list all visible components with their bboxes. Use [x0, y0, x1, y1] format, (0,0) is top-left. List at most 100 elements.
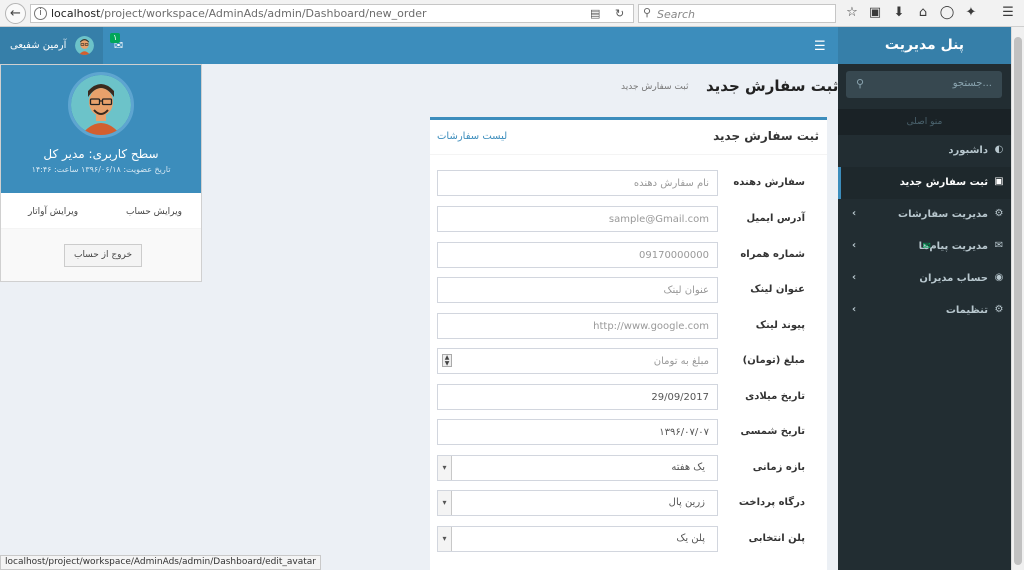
- chevron-left-icon: ‹: [852, 240, 857, 251]
- sidebar: جستجو... ⚲ منو اصلی ◐ داشبورد ▣ ثبت سفار…: [838, 64, 1011, 570]
- sidebar-item-messages[interactable]: ‹ ✉ مدیریت پیام‌ها ✉: [838, 231, 1011, 263]
- edit-avatar-link[interactable]: ویرایش آواتار: [28, 207, 78, 217]
- sidebar-item-settings[interactable]: ‹ ⚙ تنظیمات: [838, 295, 1011, 327]
- period-label: بازه زمانی: [752, 462, 805, 473]
- messages-button[interactable]: ✉ ۱: [108, 27, 130, 64]
- form-row-period: بازه زمانی یک هفته ▾: [430, 455, 827, 481]
- chevron-left-icon: ‹: [852, 272, 857, 283]
- search-placeholder: Search: [657, 8, 696, 21]
- browser-toolbar: ← i localhost/project/workspace/AdminAds…: [0, 0, 1024, 27]
- orders-list-link[interactable]: لیست سفارشات: [437, 131, 507, 142]
- sidebar-item-dashboard[interactable]: ◐ داشبورد: [838, 135, 1011, 167]
- reader-view-icon[interactable]: ▤: [590, 7, 600, 20]
- address-bar[interactable]: i localhost/project/workspace/AdminAds/a…: [30, 4, 634, 23]
- sidebar-item-orders[interactable]: ‹ ⚙ مدیریت سفارشات: [838, 199, 1011, 231]
- form-row-link-url: پیوند لینک: [430, 313, 827, 339]
- form-row-gateway: درگاه پرداخت زرین پال ▾: [430, 490, 827, 516]
- period-select[interactable]: یک هفته ▾: [437, 455, 718, 481]
- library-icon[interactable]: ▣: [866, 4, 884, 22]
- customer-name-field[interactable]: [437, 170, 718, 196]
- gregorian-date-field[interactable]: [437, 384, 718, 410]
- chevron-down-icon: ▾: [438, 527, 452, 551]
- dashboard-icon: ◐: [994, 144, 1004, 155]
- message-count-badge: ۱: [110, 33, 121, 43]
- user-panel-body: ویرایش حساب ویرایش آواتار: [1, 193, 201, 229]
- avatar: [75, 36, 94, 55]
- form-row-email: آدرس ایمیل: [430, 206, 827, 232]
- sidebar-item-new-order[interactable]: ▣ ثبت سفارش جدید: [838, 167, 1011, 199]
- reload-icon[interactable]: ↻: [615, 7, 624, 20]
- sidebar-search-placeholder: جستجو...: [952, 78, 992, 89]
- cogs-icon: ⚙: [994, 208, 1004, 219]
- period-selected-value: یک هفته: [671, 462, 705, 473]
- cart-icon: ▣: [994, 176, 1004, 187]
- home-icon[interactable]: ⌂: [914, 4, 932, 22]
- edit-account-link[interactable]: ویرایش حساب: [126, 207, 182, 217]
- link-title-field[interactable]: [437, 277, 718, 303]
- user-menu-toggle[interactable]: آرمین شفیعی: [0, 27, 103, 64]
- user-dropdown-panel: سطح کاربری: مدیر کل تاریخ عضویت: ۱۳۹۶/۰۶…: [0, 64, 202, 282]
- sidebar-item-label: تنظیمات: [945, 305, 988, 316]
- site-info-icon[interactable]: i: [34, 7, 47, 20]
- link-title-label: عنوان لینک: [750, 284, 805, 295]
- amount-stepper[interactable]: ▲ ▼: [442, 354, 452, 367]
- bookmark-star-icon[interactable]: ☆: [843, 4, 861, 22]
- persian-date-field[interactable]: [437, 419, 718, 445]
- gateway-select[interactable]: زرین پال ▾: [437, 490, 718, 516]
- sidebar-item-label: حساب مدیران: [919, 273, 988, 284]
- chevron-down-icon: ▾: [438, 491, 452, 515]
- form-row-amount: مبلغ (تومان) ▲▼: [430, 348, 827, 374]
- box-header: ثبت سفارش جدید لیست سفارشات: [430, 120, 827, 155]
- user-panel-header: سطح کاربری: مدیر کل تاریخ عضویت: ۱۳۹۶/۰۶…: [1, 65, 201, 193]
- gateway-selected-value: زرین پال: [668, 497, 705, 508]
- page-scrollbar[interactable]: [1011, 27, 1024, 570]
- amount-label: مبلغ (تومان): [742, 355, 805, 366]
- user-name: آرمین شفیعی: [10, 40, 67, 51]
- pocket-icon[interactable]: ◯: [938, 4, 956, 22]
- user-circle-icon: ◉: [994, 272, 1004, 283]
- search-icon: ⚲: [643, 6, 652, 19]
- search-icon[interactable]: ⚲: [856, 77, 864, 90]
- hamburger-menu-icon[interactable]: ☰: [999, 4, 1017, 22]
- gateway-label: درگاه پرداخت: [738, 497, 805, 508]
- download-icon[interactable]: ⬇: [890, 4, 908, 22]
- form-row-mobile: شماره همراه: [430, 242, 827, 268]
- amount-field[interactable]: [437, 348, 718, 374]
- link-url-field[interactable]: [437, 313, 718, 339]
- new-order-form-box: ثبت سفارش جدید لیست سفارشات سفارش دهنده …: [430, 117, 827, 570]
- box-title: ثبت سفارش جدید: [713, 129, 819, 143]
- email-field[interactable]: [437, 206, 718, 232]
- sidebar-item-label: ثبت سفارش جدید: [899, 177, 988, 188]
- logout-button[interactable]: خروج از حساب: [64, 244, 142, 267]
- new-mail-icon: ✉: [922, 241, 931, 252]
- plan-label: پلن انتخابی: [748, 533, 805, 544]
- form-row-link-title: عنوان لینک: [430, 277, 827, 303]
- browser-search-bar[interactable]: ⚲ Search: [638, 4, 836, 23]
- plan-selected-value: پلن یک: [676, 533, 705, 544]
- url-text: localhost/project/workspace/AdminAds/adm…: [51, 7, 427, 20]
- form-row-persian-date: تاریخ شمسی: [430, 419, 827, 445]
- member-since: تاریخ عضویت: ۱۳۹۶/۰۶/۱۸ ساعت: ۱۴:۴۶: [31, 165, 171, 174]
- link-url-label: پیوند لینک: [755, 320, 805, 331]
- form-row-plan: پلن انتخابی پلن یک ▾: [430, 526, 827, 552]
- page-subtitle: ثبت سفارش جدید: [621, 82, 689, 92]
- back-button[interactable]: ←: [5, 3, 26, 24]
- sidebar-item-admin-accounts[interactable]: ‹ ◉ حساب مدیران: [838, 263, 1011, 295]
- main-header: آرمین شفیعی ✉ ۱ ☰: [0, 27, 838, 64]
- sidebar-item-label: مدیریت سفارشات: [898, 209, 988, 220]
- gregorian-date-label: تاریخ میلادی: [745, 391, 805, 402]
- mobile-label: شماره همراه: [740, 249, 805, 260]
- plan-select[interactable]: پلن یک ▾: [437, 526, 718, 552]
- brand-logo[interactable]: پنل مدیریت: [838, 27, 1011, 64]
- sidebar-toggle-icon[interactable]: ☰: [814, 39, 826, 54]
- sidebar-search-input[interactable]: جستجو... ⚲: [846, 71, 1002, 98]
- sidebar-section-header: منو اصلی: [838, 109, 1011, 135]
- sidebar-item-label: داشبورد: [948, 145, 988, 156]
- scrollbar-thumb[interactable]: [1014, 37, 1022, 565]
- browser-status-url: localhost/project/workspace/AdminAds/adm…: [0, 555, 322, 570]
- gear-icon: ⚙: [994, 304, 1004, 315]
- chevron-left-icon: ‹: [852, 304, 857, 315]
- mobile-field[interactable]: [437, 242, 718, 268]
- extension-icon[interactable]: ✦: [962, 4, 980, 22]
- user-role: سطح کاربری: مدیر کل: [43, 147, 159, 161]
